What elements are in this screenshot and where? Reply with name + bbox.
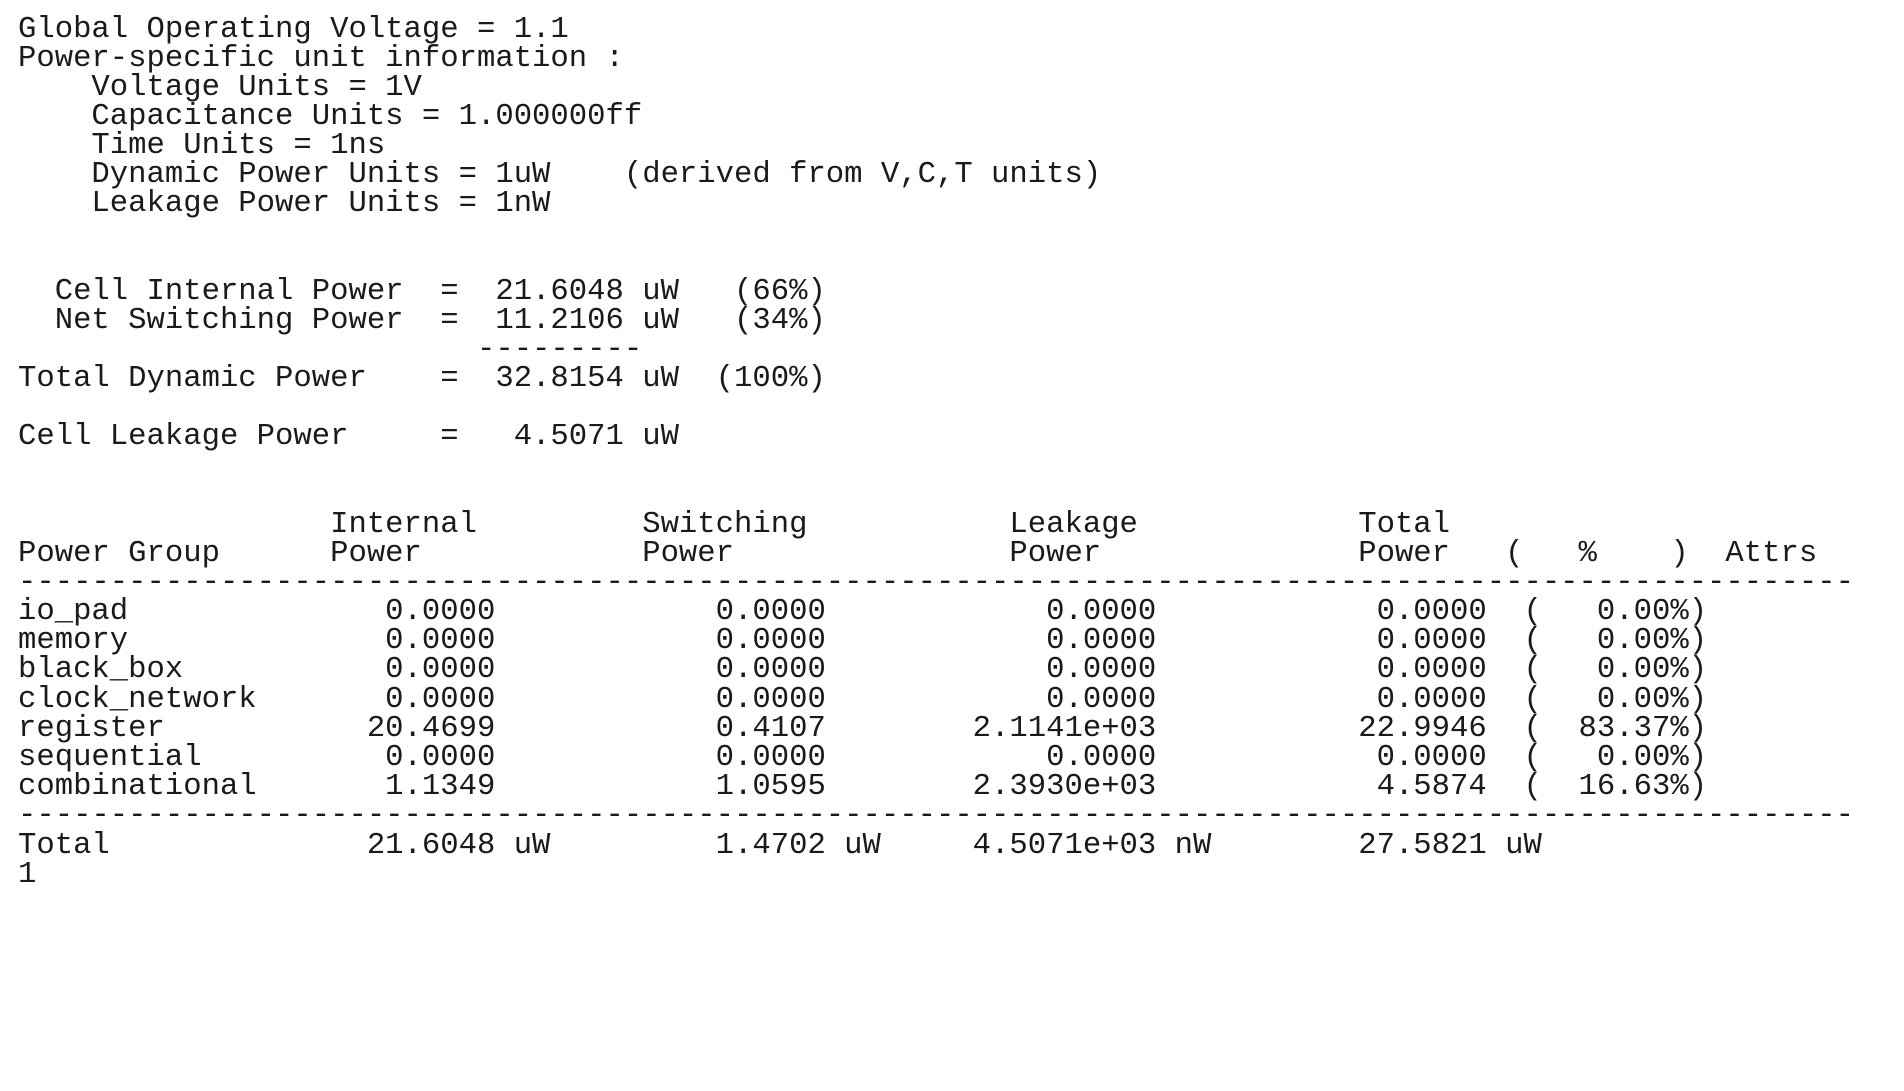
- return-value: 1: [18, 858, 37, 892]
- total-dynamic-power-line: Total Dynamic Power = 32.8154 uW (100%): [18, 362, 826, 396]
- cell-leakage-power-line: Cell Leakage Power = 4.5071 uW: [18, 420, 679, 454]
- leakage-power-units-line: Leakage Power Units = 1nW: [18, 187, 551, 221]
- power-report: Global Operating Voltage = 1.1 Power-spe…: [0, 0, 1904, 1091]
- table-total-row: Total 21.6048 uW 1.4702 uW 4.5071e+03 nW…: [18, 829, 1542, 863]
